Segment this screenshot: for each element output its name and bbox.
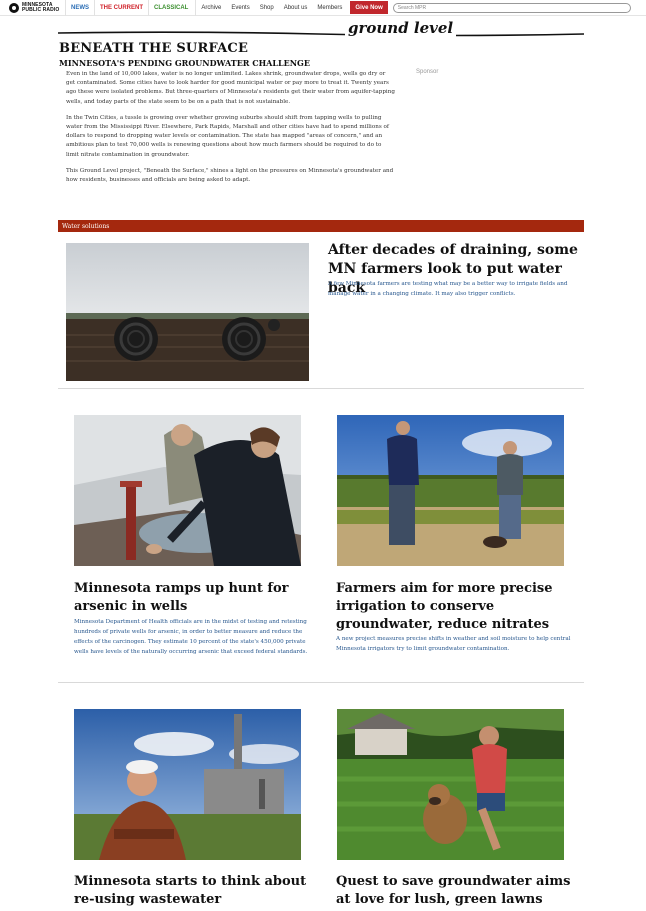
nav-link-members[interactable]: Members (312, 0, 347, 16)
story-summary: A new project measures precise shifts in… (336, 636, 571, 652)
page-title: BENEATH THE SURFACE (59, 41, 249, 56)
nav-link-about-us[interactable]: About us (279, 0, 313, 16)
story-divider (58, 682, 584, 683)
page-subtitle: MINNESOTA'S PENDING GROUNDWATER CHALLENG… (59, 58, 310, 68)
story-image-farmers-field[interactable] (337, 415, 564, 566)
give-now-button[interactable]: Give Now (350, 1, 388, 14)
nav-link-archive[interactable]: Archive (195, 0, 226, 16)
top-nav: MINNESOTA PUBLIC RADIO NEWS THE CURRENT … (0, 0, 646, 16)
sponsor-label: Sponsor (416, 69, 439, 75)
story-summary: A few Minnesota farmers are testing what… (328, 281, 568, 297)
story-image-wastewater-plant[interactable] (74, 709, 301, 860)
story-image-lawn-dog[interactable] (337, 709, 564, 860)
story-summary: Minnesota Department of Health officials… (74, 619, 308, 655)
tab-classical[interactable]: CLASSICAL (148, 0, 193, 16)
tab-the-current[interactable]: THE CURRENT (94, 0, 148, 16)
intro-paragraph: Even in the land of 10,000 lakes, water … (66, 71, 395, 105)
story-image-arsenic-well[interactable] (74, 415, 301, 566)
tab-news[interactable]: NEWS (65, 0, 94, 16)
logo-text: MINNESOTA PUBLIC RADIO (22, 1, 60, 13)
story-image-tile-rolls[interactable] (66, 243, 309, 381)
story-headline[interactable]: Minnesota starts to think about re-using… (74, 873, 314, 909)
mpr-logo[interactable]: MINNESOTA PUBLIC RADIO (9, 1, 65, 15)
intro-paragraph: In the Twin Cities, a tussle is growing … (66, 114, 389, 158)
intro-text: Even in the land of 10,000 lakes, water … (66, 70, 396, 192)
story-headline[interactable]: Farmers aim for more precise irrigation … (336, 580, 576, 634)
brand-wave-line (58, 31, 584, 37)
section-header-water-solutions: Water solutions (58, 220, 584, 232)
search-input[interactable]: Search MPR (392, 2, 631, 13)
nav-link-shop[interactable]: Shop (255, 0, 279, 16)
intro-paragraph: This Ground Level project, "Beneath the … (66, 167, 394, 184)
story-divider (58, 388, 584, 389)
ground-level-logo[interactable]: ground level (345, 19, 457, 37)
nav-link-events[interactable]: Events (226, 0, 254, 16)
story-headline[interactable]: Quest to save groundwater aims at love f… (336, 873, 576, 909)
story-headline[interactable]: Minnesota ramps up hunt for arsenic in w… (74, 580, 314, 616)
logo-mark-icon (9, 2, 19, 13)
